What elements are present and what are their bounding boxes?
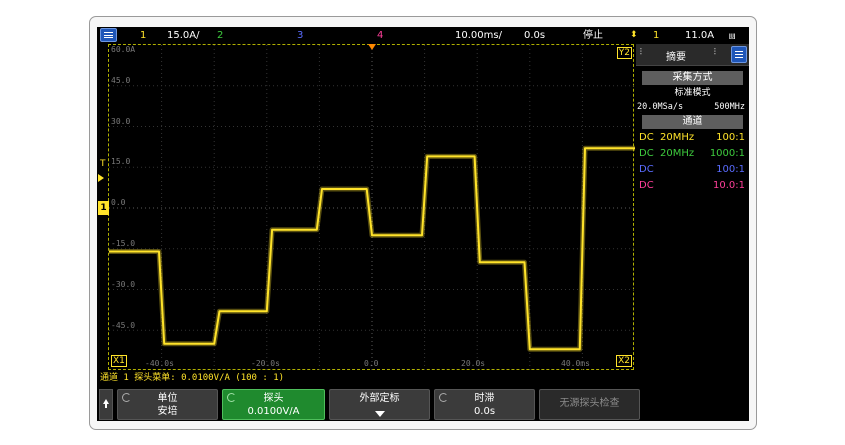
passive-probe-check-softkey[interactable]: 无源探头检查 bbox=[539, 389, 640, 420]
oscilloscope-screen: 1 15.0A/ 2 3 4 10.00ms/ 0.0s 停止 ⬍ 1 11.0… bbox=[97, 27, 749, 421]
skew-softkey[interactable]: 时滞 0.0s bbox=[434, 389, 535, 420]
ch1-probe-ratio: 100:1 bbox=[716, 132, 745, 143]
knob-icon bbox=[227, 393, 236, 402]
external-scaling-title: 外部定标 bbox=[359, 393, 400, 404]
ch2-coupling: DC bbox=[639, 148, 654, 159]
sample-rate: 20.0MSa/s bbox=[637, 102, 684, 112]
passive-probe-check-label: 无源探头检查 bbox=[559, 398, 620, 409]
cursor-x2-marker[interactable]: X2 bbox=[616, 355, 632, 367]
y-axis-label: 15.0 bbox=[111, 157, 131, 166]
units-softkey[interactable]: 单位 安培 bbox=[117, 389, 218, 420]
submenu-arrow-icon bbox=[374, 411, 385, 417]
ch1-coupling: DC bbox=[639, 132, 654, 143]
softkey-bar: 单位 安培 探头 0.0100V/A 外部定标 时滞 0.0s 无源探头检查 bbox=[97, 388, 749, 421]
units-value: 安培 bbox=[157, 406, 178, 417]
ch4-coupling: DC bbox=[639, 180, 654, 191]
y-axis-label: 60.0A bbox=[111, 45, 136, 54]
trigger-level[interactable]: 11.0A bbox=[685, 29, 714, 42]
back-button[interactable] bbox=[99, 389, 113, 420]
ch3-number[interactable]: 3 bbox=[297, 29, 303, 42]
summary-header[interactable]: ⠇ 摘要 ⠇ bbox=[636, 44, 749, 66]
units-title: 单位 bbox=[157, 393, 178, 404]
ch1-waveform-glow bbox=[109, 145, 635, 352]
run-state[interactable]: 停止 bbox=[583, 29, 603, 42]
timebase-value[interactable]: 10.00ms/ bbox=[455, 29, 502, 42]
ch2-bandwidth: 20MHz bbox=[660, 148, 695, 159]
y-axis-label: -15.0 bbox=[111, 239, 136, 248]
ch4-number[interactable]: 4 bbox=[377, 29, 383, 42]
ch2-probe-ratio: 1000:1 bbox=[709, 148, 745, 159]
trigger-position-icon[interactable] bbox=[368, 44, 376, 50]
trigger-edge-icon: ⬍ bbox=[630, 30, 638, 40]
probe-softkey[interactable]: 探头 0.0100V/A bbox=[222, 389, 325, 420]
up-arrow-icon bbox=[103, 399, 109, 408]
y-axis-label: 30.0 bbox=[111, 117, 131, 126]
acquisition-heading: 采集方式 bbox=[642, 71, 743, 85]
external-scaling-softkey[interactable]: 外部定标 bbox=[329, 389, 430, 420]
x-axis-label: -40.0s bbox=[145, 359, 174, 368]
trigger-channel[interactable]: 1 bbox=[653, 29, 659, 42]
ch1-number[interactable]: 1 bbox=[140, 29, 146, 42]
grip-icon: ⠇ bbox=[713, 48, 720, 58]
menu-icon bbox=[735, 51, 743, 58]
summary-title: 摘要 bbox=[666, 52, 686, 63]
sample-rate-row: 20.0MSa/s 500MHz bbox=[636, 101, 749, 113]
skew-value: 0.0s bbox=[473, 406, 496, 417]
delay-value[interactable]: 0.0s bbox=[524, 29, 545, 42]
y-axis-label: 0.0 bbox=[111, 198, 126, 207]
x-axis-label: -20.0s bbox=[251, 359, 280, 368]
x-axis-label: 20.0s bbox=[461, 359, 486, 368]
acquisition-mode: 标准模式 bbox=[674, 88, 711, 98]
knob-icon bbox=[122, 393, 131, 402]
cursor-x1-marker[interactable]: X1 bbox=[111, 355, 127, 367]
ch1-ground-marker[interactable]: 1 bbox=[98, 201, 109, 215]
ch3-probe-ratio: 100:1 bbox=[716, 164, 745, 175]
x-axis-label: 0.0 bbox=[364, 359, 379, 368]
summary-panel: ⠇ 摘要 ⠇ 采集方式 标准模式 20.0MSa/s 500MHz 通道 DC … bbox=[636, 44, 749, 370]
y-axis-label: -30.0 bbox=[111, 280, 136, 289]
knob-icon bbox=[439, 393, 448, 402]
rising-edge-icon: ⩏ bbox=[729, 29, 736, 42]
main-menu-button[interactable] bbox=[100, 28, 117, 42]
skew-title: 时滞 bbox=[474, 393, 495, 404]
ch4-probe-ratio: 10.0:1 bbox=[713, 180, 745, 191]
trigger-level-marker[interactable]: T bbox=[100, 159, 106, 169]
probe-title: 探头 bbox=[263, 393, 284, 404]
ch3-coupling: DC bbox=[639, 164, 654, 175]
ch1-scale[interactable]: 15.0A/ bbox=[167, 29, 199, 42]
waveform-area bbox=[109, 145, 635, 352]
y-axis-label: 45.0 bbox=[111, 76, 131, 85]
probe-value: 0.0100V/A bbox=[247, 406, 300, 417]
y-axis-label: -45.0 bbox=[111, 321, 136, 330]
channels-heading: 通道 bbox=[642, 115, 743, 129]
waveform-graticule[interactable]: 60.0A 45.0 30.0 15.0 0.0 -15.0 -30.0 -45… bbox=[108, 44, 635, 371]
cursor-y2-marker[interactable]: Y2 bbox=[616, 47, 632, 59]
ch1-bandwidth: 20MHz bbox=[660, 132, 695, 143]
bandwidth-value: 500MHz bbox=[714, 102, 745, 112]
probe-status-line: 通道 1 探头菜单: 0.0100V/A (100 : 1) bbox=[97, 371, 749, 387]
trigger-level-arrow-icon[interactable] bbox=[98, 174, 104, 182]
x-axis-label: 40.0ms bbox=[561, 359, 590, 368]
menu-icon bbox=[104, 32, 113, 38]
top-status-bar: 1 15.0A/ 2 3 4 10.00ms/ 0.0s 停止 ⬍ 1 11.0… bbox=[97, 27, 749, 44]
grip-icon: ⠇ bbox=[639, 48, 646, 58]
ch2-number[interactable]: 2 bbox=[217, 29, 223, 42]
ch1-waveform-trace bbox=[109, 147, 635, 351]
panel-menu-button[interactable] bbox=[731, 46, 747, 63]
